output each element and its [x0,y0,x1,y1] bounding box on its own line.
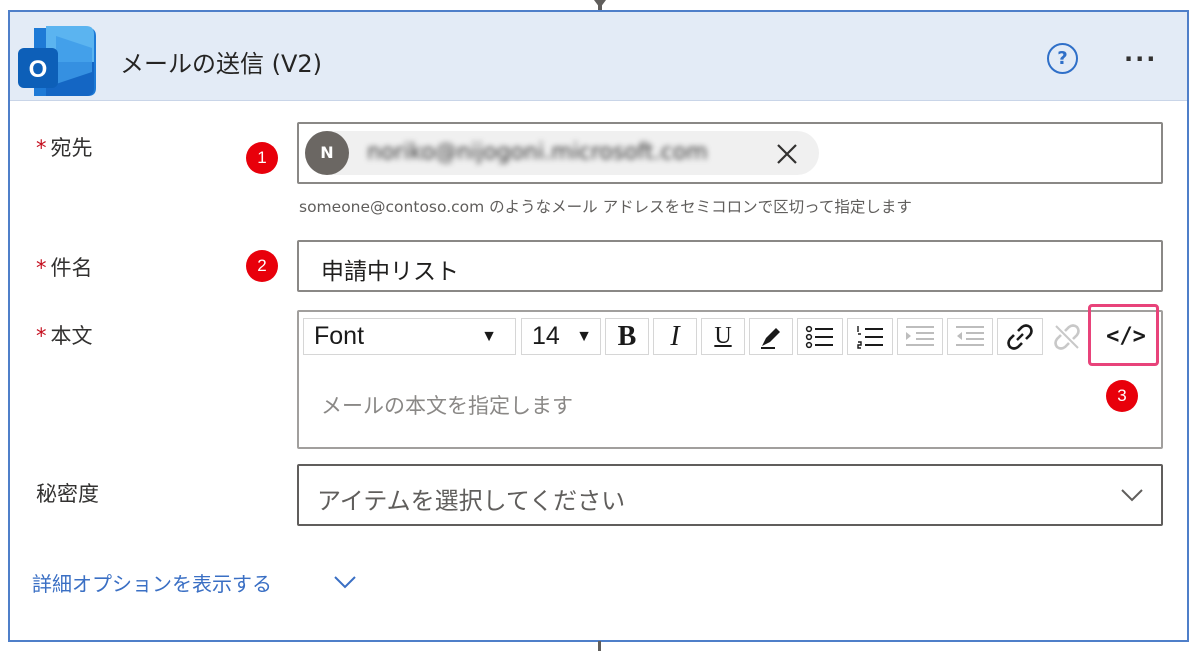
to-hint-text: someone@contoso.com のようなメール アドレスをセミコロンで区… [299,198,912,216]
outdent-icon [956,326,984,346]
chevron-down-icon[interactable] [332,572,358,596]
required-mark: * [36,136,47,160]
body-placeholder[interactable]: メールの本文を指定します [321,390,573,420]
rich-text-toolbar: Font ▼ 14 ▼ B I U </> [299,312,1161,360]
more-options-icon[interactable]: ··· [1124,45,1157,73]
pen-icon [761,328,780,349]
subject-label-text: 件名 [50,256,93,280]
flow-connector-arrow [591,0,609,8]
bold-button[interactable]: B [605,318,649,355]
required-mark: * [36,324,47,348]
required-mark: * [36,256,47,280]
unlink-icon [1054,324,1080,350]
subject-field[interactable]: 申請中リスト [297,240,1163,292]
to-field[interactable]: N noriko@nijogoni.microsoft.com [297,122,1163,184]
outlook-icon-letter: O [29,56,48,83]
font-color-button[interactable] [749,318,793,355]
caret-down-icon: ▼ [481,328,497,345]
flow-connector-bottom [598,641,601,651]
font-dropdown[interactable]: Font ▼ [303,318,516,355]
send-email-action-card: O メールの送信 (V2) ? ··· * 宛先 1 N noriko@nijog… [8,10,1189,642]
bullet-list-icon [805,325,833,349]
sensitivity-dropdown[interactable]: アイテムを選択してください [297,464,1163,526]
remove-link-button[interactable] [1047,318,1087,355]
close-icon[interactable] [775,135,799,178]
numbered-list-button[interactable] [847,318,893,355]
marker-2: 2 [246,250,278,282]
recipient-email: noriko@nijogoni.microsoft.com [367,140,708,165]
bulleted-list-button[interactable] [797,318,843,355]
marker-1: 1 [246,142,278,174]
sensitivity-placeholder: アイテムを選択してください [317,487,626,515]
font-size-dropdown[interactable]: 14 ▼ [521,318,601,355]
to-label: * 宛先 [36,132,93,162]
subject-value: 申請中リスト [321,259,459,285]
numbered-list-icon [857,326,883,349]
italic-button[interactable]: I [653,318,697,355]
body-label: * 本文 [36,320,93,350]
marker-3: 3 [1106,380,1138,412]
indent-icon [906,326,934,346]
caret-down-icon: ▼ [576,328,592,345]
chevron-down-icon [1117,480,1147,514]
underline-button[interactable]: U [701,318,745,355]
code-view-highlight [1088,304,1159,366]
font-value: Font [314,322,365,350]
card-header[interactable]: O メールの送信 (V2) ? ··· [10,12,1187,101]
show-advanced-options-link[interactable]: 詳細オプションを表示する [32,568,272,597]
recipient-chip[interactable]: N noriko@nijogoni.microsoft.com [305,131,819,175]
increase-indent-button[interactable] [897,318,943,355]
action-title: メールの送信 (V2) [120,50,323,78]
avatar: N [305,131,349,175]
body-editor: Font ▼ 14 ▼ B I U </> メールの本文を指定します [297,310,1163,449]
sensitivity-label: 秘密度 [36,482,99,506]
font-size-value: 14 [532,322,560,350]
help-icon[interactable]: ? [1047,43,1078,74]
insert-link-button[interactable] [997,318,1043,355]
body-label-text: 本文 [50,324,93,348]
outlook-icon: O [16,22,98,102]
link-icon [1007,324,1033,350]
subject-label: * 件名 [36,252,93,282]
decrease-indent-button[interactable] [947,318,993,355]
to-label-text: 宛先 [50,136,93,160]
